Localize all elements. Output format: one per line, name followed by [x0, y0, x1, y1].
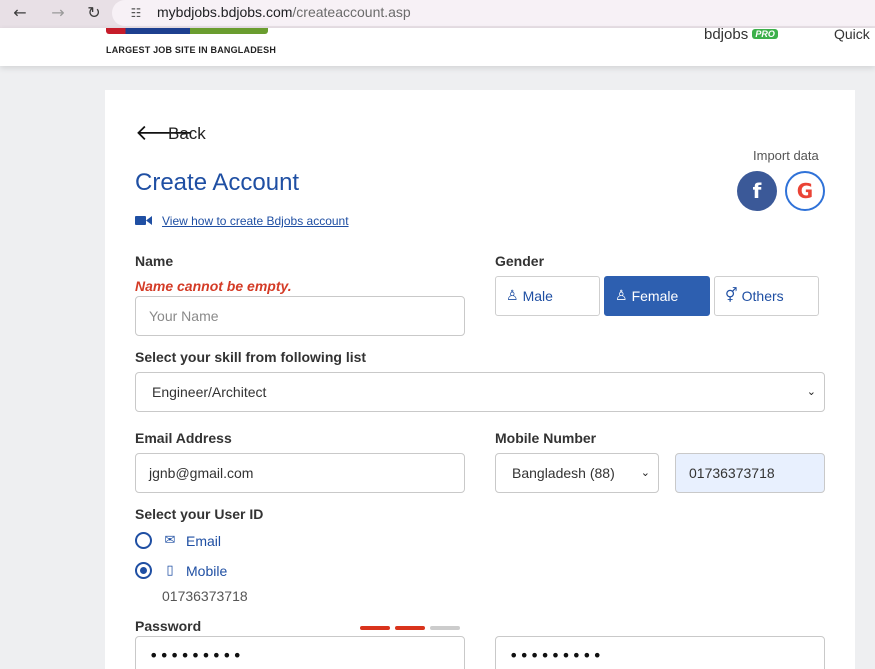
user-id-email-option[interactable]: ✉ Email — [135, 532, 221, 549]
gender-female-button[interactable]: ♙ Female — [604, 276, 710, 316]
video-camera-icon — [135, 216, 152, 225]
facebook-import-button[interactable]: f — [737, 171, 777, 211]
google-import-button[interactable]: G — [785, 171, 825, 211]
google-icon: G — [796, 179, 814, 203]
browser-toolbar: ← → ↻ ☷ mybdjobs.bdjobs.com/createaccoun… — [0, 0, 875, 28]
url-host: mybdjobs.bdjobs.com — [157, 4, 293, 20]
password-label: Password — [135, 618, 202, 634]
password-strength-segment — [360, 626, 390, 630]
logo-tagline: LARGEST JOB SITE IN BANGLADESH — [106, 45, 277, 55]
gender-label: Gender — [495, 253, 545, 269]
password-strength-segment — [395, 626, 425, 630]
user-id-email-label: Email — [186, 532, 222, 549]
skill-select[interactable]: Engineer/Architect ⌄ — [135, 372, 825, 412]
password-strength-segment — [430, 626, 460, 630]
back-label: Back — [168, 124, 206, 143]
user-id-mobile-option[interactable]: ▯ Mobile — [135, 562, 227, 579]
female-icon: ♙ — [615, 288, 628, 304]
video-tutorial-link[interactable]: View how to create Bdjobs account — [162, 214, 349, 228]
pro-badge: PRO — [752, 29, 778, 39]
url-text[interactable]: mybdjobs.bdjobs.com/createaccount.asp — [157, 4, 411, 20]
country-code-value: Bangladesh (88) — [512, 465, 615, 481]
url-path: /createaccount.asp — [292, 4, 411, 20]
skill-selected-value: Engineer/Architect — [152, 384, 267, 400]
name-label: Name — [135, 253, 174, 269]
back-button[interactable]: 🡐 Back — [135, 121, 206, 146]
pro-brand: bdjobs — [704, 28, 749, 43]
arrow-right-icon[interactable]: → — [46, 2, 70, 24]
gender-others-icon: ⚥ — [725, 288, 738, 304]
user-id-label: Select your User ID — [135, 506, 264, 522]
chevron-down-icon: ⌄ — [806, 385, 816, 398]
chevron-down-icon: ⌄ — [640, 466, 650, 479]
gender-male-label: Male — [522, 288, 553, 304]
site-info-icon[interactable]: ☷ — [128, 5, 144, 21]
envelope-icon: ✉ — [164, 533, 176, 548]
site-header: LARGEST JOB SITE IN BANGLADESH bdjobs PR… — [0, 28, 875, 66]
user-id-mobile-value: 01736373718 — [162, 588, 248, 604]
import-data-label: Import data — [753, 148, 819, 163]
confirm-password-input[interactable]: ••••••••• — [495, 636, 825, 669]
email-label: Email Address — [135, 430, 232, 446]
facebook-icon: f — [752, 179, 762, 203]
user-id-mobile-label: Mobile — [186, 562, 228, 579]
name-error-message: Name cannot be empty. — [135, 278, 292, 294]
country-code-select[interactable]: Bangladesh (88) ⌄ — [495, 453, 659, 493]
gender-male-button[interactable]: ♙ Male — [495, 276, 600, 316]
user-id-mobile-radio[interactable] — [135, 562, 152, 579]
gender-others-button[interactable]: ⚥ Others — [714, 276, 819, 316]
male-icon: ♙ — [506, 288, 519, 304]
mobile-phone-icon: ▯ — [166, 563, 174, 578]
mobile-label: Mobile Number — [495, 430, 597, 446]
page-title: Create Account — [135, 169, 300, 196]
gender-female-label: Female — [631, 288, 679, 304]
reload-icon[interactable]: ↻ — [82, 2, 106, 24]
back-arrow-icon: 🡐 — [135, 121, 194, 146]
user-id-email-radio[interactable] — [135, 532, 152, 549]
email-input[interactable]: jgnb@gmail.com — [135, 453, 465, 493]
mobile-number-input[interactable]: 01736373718 — [675, 453, 825, 493]
password-input[interactable]: ••••••••• — [135, 636, 465, 669]
name-input[interactable]: Your Name — [135, 296, 465, 336]
bdjobs-pro-logo[interactable]: bdjobs PRO — [704, 28, 778, 43]
skill-label: Select your skill from following list — [135, 349, 367, 365]
gender-others-label: Others — [741, 288, 784, 304]
arrow-left-icon[interactable]: ← — [8, 2, 32, 24]
quick-link[interactable]: Quick — [834, 28, 870, 42]
bdjobs-logo[interactable] — [106, 28, 268, 34]
